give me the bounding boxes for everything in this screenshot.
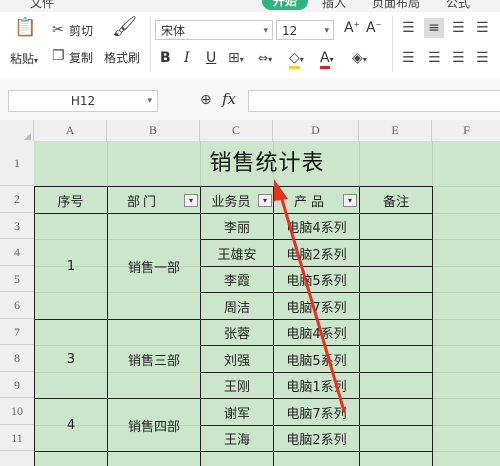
column-header-d[interactable]: D <box>273 120 359 141</box>
copy-button[interactable]: 复制 <box>69 49 93 66</box>
ribbon-divider <box>392 16 393 72</box>
row-header-1[interactable]: 1 <box>0 141 34 186</box>
tab-start[interactable]: 开始 <box>262 0 308 10</box>
row-header-4[interactable]: 4 <box>0 239 34 266</box>
align-right-icon[interactable]: ☰ <box>452 50 465 66</box>
grow-font-button[interactable]: A+ <box>344 20 359 36</box>
tab-page-layout[interactable]: 页面布局 <box>372 0 420 11</box>
row-header-11[interactable]: 11 <box>0 425 34 451</box>
format-painter-icon[interactable]: 🖌 <box>112 16 137 36</box>
border-icon[interactable]: ⊞▾ <box>228 50 244 68</box>
row-header-8[interactable]: 8 <box>0 345 34 372</box>
row-header-3[interactable]: 3 <box>0 213 34 239</box>
align-bottom-icon[interactable]: ☰ <box>452 20 465 36</box>
paste-icon[interactable]: 📋 <box>14 19 36 37</box>
distributed-align-icon[interactable]: ☰ <box>476 50 489 66</box>
row-header-10[interactable]: 10 <box>0 398 34 425</box>
name-box[interactable]: H12 ▾ <box>8 90 158 112</box>
fx-button[interactable]: fx <box>222 90 236 108</box>
row-header-5[interactable]: 5 <box>0 266 34 292</box>
chevron-down-icon: ▾ <box>147 96 152 106</box>
row-header-6[interactable]: 6 <box>0 292 34 319</box>
underline-button[interactable]: U <box>206 50 216 66</box>
row-header-2[interactable]: 2 <box>0 186 34 213</box>
formula-input[interactable] <box>248 90 500 112</box>
copy-icon[interactable]: ❐ <box>52 48 65 64</box>
formula-bar: H12 ▾ ⊕ fx <box>0 78 500 121</box>
cut-button[interactable]: 剪切 <box>69 22 93 39</box>
ribbon: 📋 粘贴▾ ✂ 剪切 ❐ 复制 🖌 格式刷 宋体 ▾ 12 ▾ A+ A− B I … <box>0 12 500 79</box>
zoom-icon[interactable]: ⊕ <box>200 92 212 108</box>
column-header-e[interactable]: E <box>359 120 432 141</box>
merge-cells-icon[interactable]: ⇔▾ <box>258 50 272 68</box>
italic-button[interactable]: I <box>184 50 190 66</box>
select-all-corner[interactable] <box>0 120 34 141</box>
tab-insert[interactable]: 插入 <box>322 0 346 11</box>
annotation-arrow <box>274 179 346 413</box>
shrink-font-button[interactable]: A− <box>366 20 381 36</box>
chevron-down-icon: ▾ <box>263 26 268 36</box>
row-header-9[interactable]: 9 <box>0 372 34 398</box>
worksheet-grid[interactable]: 销售统计表 序号 部门 ▾ 业务员 ▾ 产品 ▾ 备注 1 销售一部 3 销售三… <box>34 141 500 466</box>
align-justify-icon[interactable]: ☰ <box>476 20 489 36</box>
font-color-button[interactable]: A▾ <box>320 50 334 69</box>
chevron-down-icon: ▾ <box>324 26 329 36</box>
ribbon-divider <box>150 16 151 72</box>
tab-formula[interactable]: 公式 <box>446 0 470 11</box>
column-header-a[interactable]: A <box>34 120 107 141</box>
fill-color-icon[interactable]: ◇▾ <box>289 50 304 69</box>
eraser-icon[interactable]: ◈▾ <box>352 50 367 68</box>
column-header-bar: A B C D E F <box>0 120 500 142</box>
align-left-icon[interactable]: ☰ <box>402 50 415 66</box>
column-header-f[interactable]: F <box>432 120 500 141</box>
row-header-bar: 1 2 3 4 5 6 7 8 9 10 11 <box>0 141 35 466</box>
font-size-select[interactable]: 12 ▾ <box>276 20 334 40</box>
align-middle-icon[interactable]: ≡ <box>424 18 444 38</box>
font-name-select[interactable]: 宋体 ▾ <box>155 20 273 40</box>
row-header-7[interactable]: 7 <box>0 319 34 345</box>
scissors-icon[interactable]: ✂ <box>52 22 64 38</box>
menu-file[interactable]: 文件 <box>30 0 54 11</box>
align-top-icon[interactable]: ☰ <box>402 20 415 36</box>
align-center-icon[interactable]: ☰ <box>428 50 441 66</box>
column-header-b[interactable]: B <box>107 120 200 141</box>
paste-button[interactable]: 粘贴▾ <box>10 50 38 67</box>
bold-button[interactable]: B <box>160 50 171 66</box>
menu-bar: 文件 开始 插入 页面布局 公式 <box>0 0 500 12</box>
format-painter-button[interactable]: 格式刷 <box>104 49 140 66</box>
column-header-c[interactable]: C <box>200 120 273 141</box>
